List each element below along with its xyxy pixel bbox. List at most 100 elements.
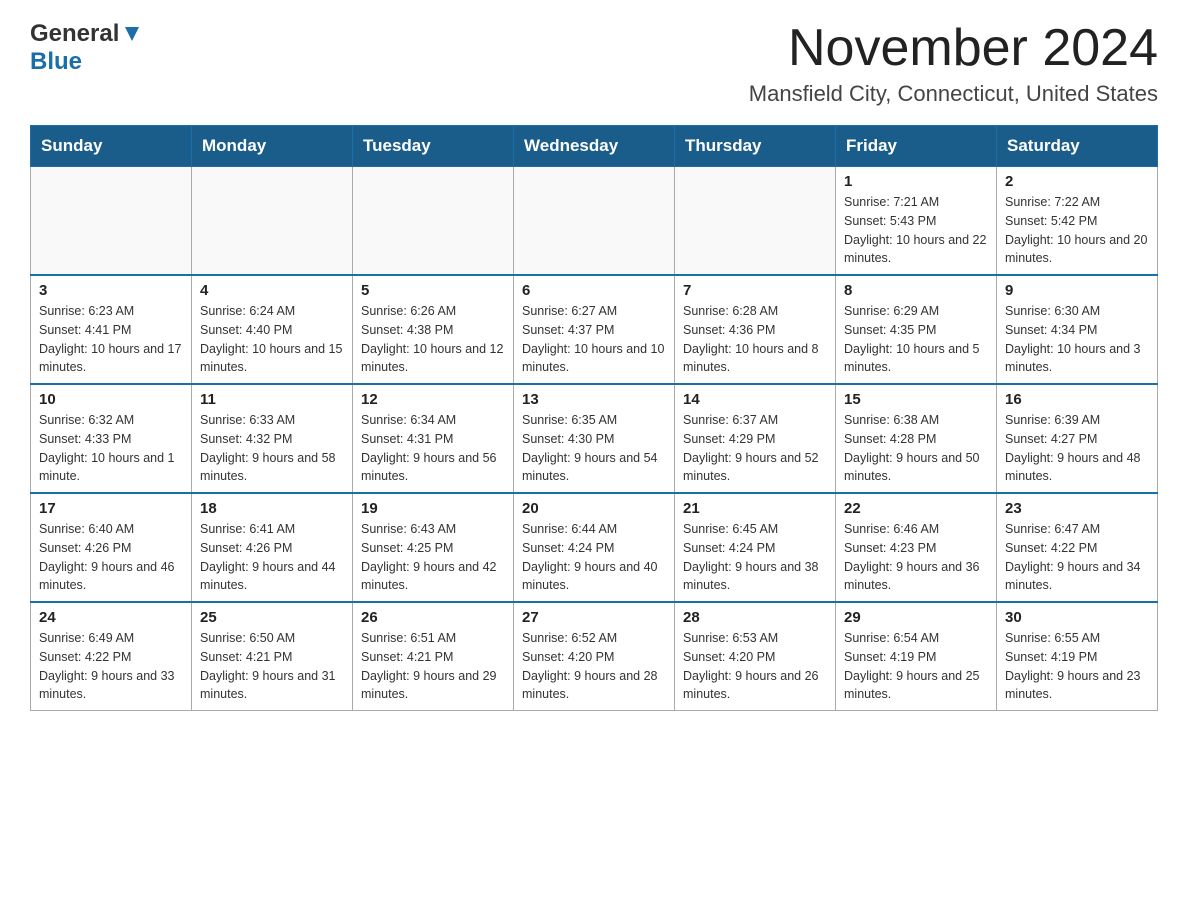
calendar-cell: 24 Sunrise: 6:49 AMSunset: 4:22 PMDayligh… — [31, 602, 192, 711]
day-number: 6 — [522, 282, 666, 299]
calendar-cell: 7 Sunrise: 6:28 AMSunset: 4:36 PMDaylight… — [675, 275, 836, 384]
day-number: 26 — [361, 609, 505, 626]
calendar-table: SundayMondayTuesdayWednesdayThursdayFrid… — [30, 125, 1158, 711]
calendar-cell: 4Sunrise: 6:24 AMSunset: 4:40 PMDaylight… — [192, 275, 353, 384]
day-number: 17 — [39, 500, 183, 517]
day-info: Sunrise: 6:26 AMSunset: 4:38 PMDaylight:… — [361, 302, 505, 377]
day-info: Sunrise: 6:38 AMSunset: 4:28 PMDaylight:… — [844, 411, 988, 486]
day-info: Sunrise: 6:33 AMSunset: 4:32 PMDaylight:… — [200, 411, 344, 486]
day-number: 4 — [200, 282, 344, 299]
header-wednesday: Wednesday — [514, 126, 675, 167]
day-info: Sunrise: 6:41 AMSunset: 4:26 PMDaylight:… — [200, 520, 344, 595]
day-number: 19 — [361, 500, 505, 517]
logo-general-text: General — [30, 20, 119, 48]
title-section: November 2024 Mansfield City, Connecticu… — [749, 20, 1158, 107]
day-number: 24 — [39, 609, 183, 626]
logo-blue-text: Blue — [30, 48, 82, 76]
day-number: 21 — [683, 500, 827, 517]
day-number: 7 — [683, 282, 827, 299]
calendar-cell: 9 Sunrise: 6:30 AMSunset: 4:34 PMDaylight… — [997, 275, 1158, 384]
month-year-title: November 2024 — [749, 20, 1158, 77]
header-monday: Monday — [192, 126, 353, 167]
calendar-cell: 8 Sunrise: 6:29 AMSunset: 4:35 PMDaylight… — [836, 275, 997, 384]
header-friday: Friday — [836, 126, 997, 167]
day-info: Sunrise: 6:28 AMSunset: 4:36 PMDaylight:… — [683, 302, 827, 377]
calendar-cell — [192, 167, 353, 276]
calendar-cell: 2 Sunrise: 7:22 AMSunset: 5:42 PMDaylight… — [997, 167, 1158, 276]
logo-arrow-icon — [121, 23, 143, 45]
day-number: 12 — [361, 391, 505, 408]
day-number: 27 — [522, 609, 666, 626]
day-info: Sunrise: 6:37 AMSunset: 4:29 PMDaylight:… — [683, 411, 827, 486]
day-info: Sunrise: 6:55 AMSunset: 4:19 PMDaylight:… — [1005, 629, 1149, 704]
day-number: 9 — [1005, 282, 1149, 299]
calendar-cell: 30 Sunrise: 6:55 AMSunset: 4:19 PMDayligh… — [997, 602, 1158, 711]
day-info: Sunrise: 6:51 AMSunset: 4:21 PMDaylight:… — [361, 629, 505, 704]
page-header: General Blue November 2024 Mansfield Cit… — [30, 20, 1158, 107]
calendar-cell: 20 Sunrise: 6:44 AMSunset: 4:24 PMDayligh… — [514, 493, 675, 602]
calendar-cell: 21 Sunrise: 6:45 AMSunset: 4:24 PMDayligh… — [675, 493, 836, 602]
day-info: Sunrise: 7:22 AMSunset: 5:42 PMDaylight:… — [1005, 193, 1149, 268]
day-info: Sunrise: 6:34 AMSunset: 4:31 PMDaylight:… — [361, 411, 505, 486]
day-info: Sunrise: 6:54 AMSunset: 4:19 PMDaylight:… — [844, 629, 988, 704]
day-number: 10 — [39, 391, 183, 408]
calendar-cell: 13 Sunrise: 6:35 AMSunset: 4:30 PMDayligh… — [514, 384, 675, 493]
day-number: 5 — [361, 282, 505, 299]
day-info: Sunrise: 6:30 AMSunset: 4:34 PMDaylight:… — [1005, 302, 1149, 377]
day-number: 13 — [522, 391, 666, 408]
day-number: 8 — [844, 282, 988, 299]
logo: General Blue — [30, 20, 143, 76]
calendar-cell: 15Sunrise: 6:38 AMSunset: 4:28 PMDayligh… — [836, 384, 997, 493]
calendar-cell: 25Sunrise: 6:50 AMSunset: 4:21 PMDayligh… — [192, 602, 353, 711]
day-number: 14 — [683, 391, 827, 408]
calendar-cell: 10 Sunrise: 6:32 AMSunset: 4:33 PMDayligh… — [31, 384, 192, 493]
day-info: Sunrise: 6:35 AMSunset: 4:30 PMDaylight:… — [522, 411, 666, 486]
day-info: Sunrise: 6:23 AMSunset: 4:41 PMDaylight:… — [39, 302, 183, 377]
calendar-cell: 14 Sunrise: 6:37 AMSunset: 4:29 PMDayligh… — [675, 384, 836, 493]
calendar-week-row: 10 Sunrise: 6:32 AMSunset: 4:33 PMDayligh… — [31, 384, 1158, 493]
calendar-week-row: 3 Sunrise: 6:23 AMSunset: 4:41 PMDaylight… — [31, 275, 1158, 384]
calendar-week-row: 1 Sunrise: 7:21 AMSunset: 5:43 PMDaylight… — [31, 167, 1158, 276]
header-saturday: Saturday — [997, 126, 1158, 167]
day-number: 1 — [844, 173, 988, 190]
calendar-cell: 29Sunrise: 6:54 AMSunset: 4:19 PMDayligh… — [836, 602, 997, 711]
day-info: Sunrise: 6:49 AMSunset: 4:22 PMDaylight:… — [39, 629, 183, 704]
day-number: 16 — [1005, 391, 1149, 408]
day-number: 20 — [522, 500, 666, 517]
day-info: Sunrise: 6:29 AMSunset: 4:35 PMDaylight:… — [844, 302, 988, 377]
calendar-cell: 28Sunrise: 6:53 AMSunset: 4:20 PMDayligh… — [675, 602, 836, 711]
calendar-cell: 6 Sunrise: 6:27 AMSunset: 4:37 PMDaylight… — [514, 275, 675, 384]
calendar-cell: 17 Sunrise: 6:40 AMSunset: 4:26 PMDayligh… — [31, 493, 192, 602]
calendar-cell: 19 Sunrise: 6:43 AMSunset: 4:25 PMDayligh… — [353, 493, 514, 602]
day-number: 30 — [1005, 609, 1149, 626]
day-info: Sunrise: 6:43 AMSunset: 4:25 PMDaylight:… — [361, 520, 505, 595]
day-info: Sunrise: 6:52 AMSunset: 4:20 PMDaylight:… — [522, 629, 666, 704]
calendar-header-row: SundayMondayTuesdayWednesdayThursdayFrid… — [31, 126, 1158, 167]
calendar-cell: 26 Sunrise: 6:51 AMSunset: 4:21 PMDayligh… — [353, 602, 514, 711]
calendar-week-row: 24 Sunrise: 6:49 AMSunset: 4:22 PMDayligh… — [31, 602, 1158, 711]
location-subtitle: Mansfield City, Connecticut, United Stat… — [749, 81, 1158, 107]
day-number: 3 — [39, 282, 183, 299]
day-info: Sunrise: 6:45 AMSunset: 4:24 PMDaylight:… — [683, 520, 827, 595]
calendar-cell: 16Sunrise: 6:39 AMSunset: 4:27 PMDayligh… — [997, 384, 1158, 493]
calendar-cell: 18Sunrise: 6:41 AMSunset: 4:26 PMDayligh… — [192, 493, 353, 602]
header-thursday: Thursday — [675, 126, 836, 167]
day-info: Sunrise: 7:21 AMSunset: 5:43 PMDaylight:… — [844, 193, 988, 268]
day-number: 25 — [200, 609, 344, 626]
header-tuesday: Tuesday — [353, 126, 514, 167]
day-number: 2 — [1005, 173, 1149, 190]
calendar-cell — [353, 167, 514, 276]
calendar-cell — [31, 167, 192, 276]
calendar-cell: 5 Sunrise: 6:26 AMSunset: 4:38 PMDaylight… — [353, 275, 514, 384]
calendar-cell: 23Sunrise: 6:47 AMSunset: 4:22 PMDayligh… — [997, 493, 1158, 602]
day-number: 23 — [1005, 500, 1149, 517]
calendar-cell — [514, 167, 675, 276]
day-info: Sunrise: 6:44 AMSunset: 4:24 PMDaylight:… — [522, 520, 666, 595]
day-info: Sunrise: 6:27 AMSunset: 4:37 PMDaylight:… — [522, 302, 666, 377]
calendar-cell: 11Sunrise: 6:33 AMSunset: 4:32 PMDayligh… — [192, 384, 353, 493]
day-info: Sunrise: 6:32 AMSunset: 4:33 PMDaylight:… — [39, 411, 183, 486]
calendar-cell: 12 Sunrise: 6:34 AMSunset: 4:31 PMDayligh… — [353, 384, 514, 493]
calendar-cell: 22Sunrise: 6:46 AMSunset: 4:23 PMDayligh… — [836, 493, 997, 602]
day-info: Sunrise: 6:40 AMSunset: 4:26 PMDaylight:… — [39, 520, 183, 595]
calendar-cell: 3 Sunrise: 6:23 AMSunset: 4:41 PMDaylight… — [31, 275, 192, 384]
